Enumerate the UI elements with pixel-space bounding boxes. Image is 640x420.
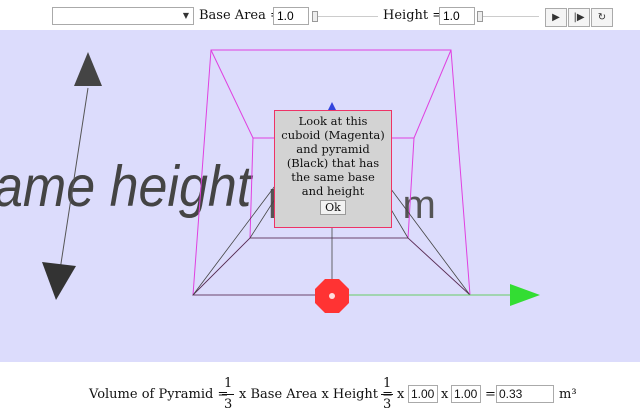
fraction-denominator-2: 3 (383, 397, 392, 412)
height-slider-track[interactable] (479, 16, 539, 17)
info-dialog: Look at this cuboid (Magenta) and pyrami… (274, 110, 392, 228)
ok-button[interactable]: Ok (320, 200, 346, 215)
reset-button[interactable]: ↻ (591, 8, 613, 27)
height-input[interactable] (439, 7, 475, 25)
reset-icon: ↻ (597, 12, 607, 23)
play-icon: ▶ (552, 12, 560, 23)
play-button[interactable]: ▶ (545, 8, 567, 27)
fraction-denominator: 3 (224, 397, 233, 412)
fraction-one-third: 1 3 (222, 376, 234, 416)
equals-sign: = (485, 387, 496, 402)
height-label: Height = (383, 8, 444, 23)
base-area-slider-track[interactable] (314, 16, 378, 17)
base-height-text: x Base Area x Height = (239, 387, 394, 402)
base-area-slider-thumb[interactable] (312, 11, 318, 22)
chevron-down-icon: ▼ (182, 11, 189, 20)
unit-label: m³ (559, 387, 577, 402)
base-area-input[interactable] (273, 7, 309, 25)
fraction-numerator: 1 (224, 376, 233, 391)
base-area-label: Base Area = (199, 8, 281, 23)
origin-marker (315, 279, 349, 313)
bg-text-left: ame height (0, 155, 254, 219)
fraction-numerator-2: 1 (383, 376, 392, 391)
height-value-field: 1.00 (451, 385, 481, 403)
fraction-one-third-2: 1 3 (381, 376, 393, 416)
volume-label: Volume of Pyramid = (89, 387, 229, 402)
times-2: x (441, 387, 449, 402)
result-value-field: 0.33 (496, 385, 554, 403)
step-forward-icon: |▶ (573, 12, 585, 23)
toolbar: ▼ Base Area = Height = ▶ |▶ ↻ (0, 0, 640, 30)
scene-select[interactable]: ▼ (52, 7, 194, 25)
volume-formula: Volume of Pyramid = 1 3 x Base Area x He… (0, 362, 640, 420)
height-slider-thumb[interactable] (477, 11, 483, 22)
scene-stage[interactable]: ame height h = 1.0 m (0, 30, 640, 362)
step-button[interactable]: |▶ (568, 8, 590, 27)
base-value-field: 1.00 (408, 385, 438, 403)
x-axis (332, 284, 540, 306)
times-1: x (397, 387, 405, 402)
dialog-message: Look at this cuboid (Magenta) and pyrami… (281, 114, 385, 198)
